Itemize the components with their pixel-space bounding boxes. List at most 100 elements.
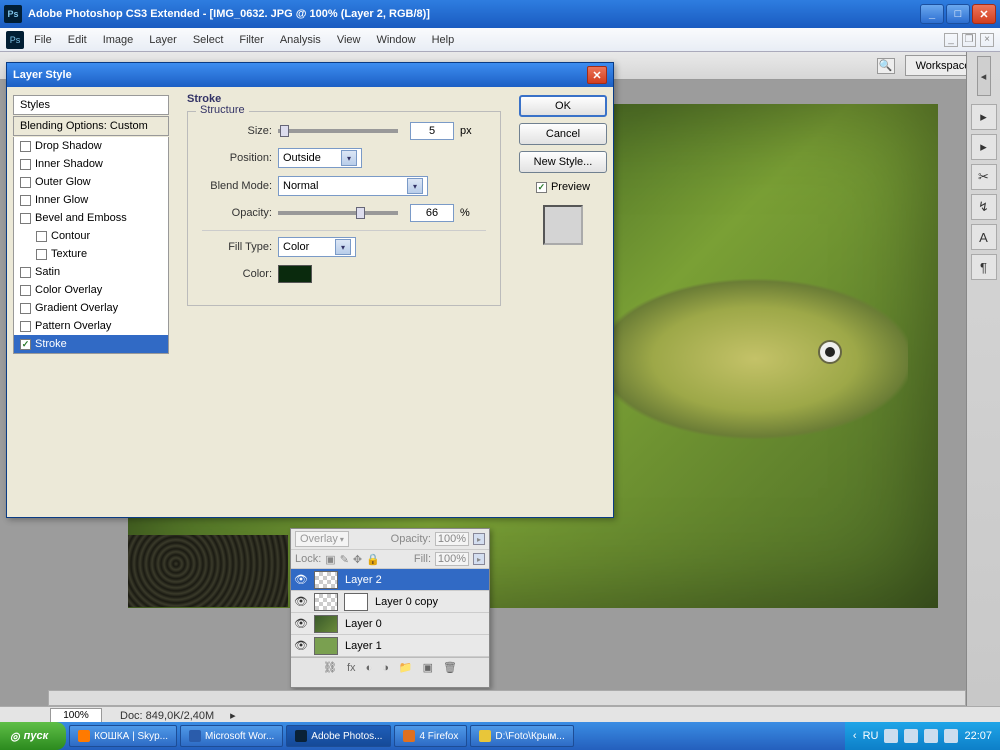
close-button[interactable]: ✕ [972,4,996,24]
layer-thumb[interactable] [314,571,338,589]
doc-close-button[interactable]: × [980,33,994,47]
layer-row[interactable]: 👁Layer 1 [291,635,489,657]
tray-icon[interactable] [924,729,938,743]
lock-position-icon[interactable]: ✥ [353,553,362,566]
dialog-titlebar[interactable]: Layer Style ✕ [7,63,613,87]
layer-row[interactable]: 👁Layer 2 [291,569,489,591]
link-layers-icon[interactable]: ⛓ [323,661,337,674]
menu-view[interactable]: View [337,34,361,46]
style-item-outer-glow[interactable]: Outer Glow [14,173,168,191]
menu-select[interactable]: Select [193,34,224,46]
menu-layer[interactable]: Layer [149,34,177,46]
checkbox[interactable]: ✓ [20,339,31,350]
new-style-button[interactable]: New Style... [519,151,607,173]
menu-filter[interactable]: Filter [239,34,263,46]
checkbox[interactable] [20,321,31,332]
taskbar-button[interactable]: Adobe Photos... [286,725,391,747]
navigator-icon[interactable]: ▸ [971,104,997,130]
dialog-close-button[interactable]: ✕ [587,66,607,84]
size-slider[interactable] [278,129,398,133]
layer-thumb[interactable] [314,615,338,633]
style-item-texture[interactable]: Texture [14,245,168,263]
menu-image[interactable]: Image [103,34,134,46]
style-item-inner-glow[interactable]: Inner Glow [14,191,168,209]
menu-edit[interactable]: Edit [68,34,87,46]
checkbox[interactable] [20,267,31,278]
layer-style-icon[interactable]: fx [347,662,356,674]
layer-mask-icon[interactable]: ◐ [366,662,373,674]
menu-file[interactable]: File [34,34,52,46]
size-input[interactable]: 5 [410,122,454,140]
color-icon[interactable]: ▸ [971,134,997,160]
visibility-icon[interactable]: 👁 [291,595,311,608]
clock[interactable]: 22:07 [964,730,992,742]
opacity-input[interactable]: 66 [410,204,454,222]
doc-minimize-button[interactable]: _ [944,33,958,47]
style-item-contour[interactable]: Contour [14,227,168,245]
layer-row[interactable]: 👁Layer 0 [291,613,489,635]
go-bridge-icon[interactable]: 🔍 [877,58,895,74]
lock-all-icon[interactable]: 🔒 [366,553,380,566]
checkbox[interactable] [36,231,47,242]
lang-indicator[interactable]: RU [863,730,879,742]
trash-icon[interactable]: 🗑 [443,661,457,674]
visibility-icon[interactable]: 👁 [291,573,311,586]
style-item-stroke[interactable]: ✓Stroke [14,335,168,353]
checkbox[interactable] [20,195,31,206]
tray-icon[interactable] [884,729,898,743]
color-swatch[interactable] [278,265,312,283]
character-icon[interactable]: A [971,224,997,250]
style-item-drop-shadow[interactable]: Drop Shadow [14,137,168,155]
group-icon[interactable]: 📁 [399,661,413,674]
style-item-bevel-and-emboss[interactable]: Bevel and Emboss [14,209,168,227]
position-dropdown[interactable]: Outside▾ [278,148,362,168]
history-icon[interactable]: ↯ [971,194,997,220]
dock-toggle[interactable]: ◂ [977,56,991,96]
style-item-satin[interactable]: Satin [14,263,168,281]
menu-window[interactable]: Window [376,34,415,46]
adjustment-layer-icon[interactable]: ◑ [382,662,389,674]
checkbox[interactable] [36,249,47,260]
checkbox[interactable] [20,177,31,188]
style-item-pattern-overlay[interactable]: Pattern Overlay [14,317,168,335]
lock-pixels-icon[interactable]: ✎ [340,553,349,566]
checkbox[interactable] [20,159,31,170]
checkbox[interactable] [20,213,31,224]
menu-analysis[interactable]: Analysis [280,34,321,46]
style-item-inner-shadow[interactable]: Inner Shadow [14,155,168,173]
layer-thumb[interactable] [314,637,338,655]
taskbar-button[interactable]: D:\Foto\Крым... [470,725,573,747]
ps-menu-icon[interactable]: Ps [6,31,24,49]
tray-icon[interactable] [904,729,918,743]
layer-row[interactable]: 👁Layer 0 copy [291,591,489,613]
h-scrollbar[interactable] [48,690,966,706]
expand-tray-icon[interactable]: ‹ [853,730,857,742]
preview-checkbox[interactable]: ✓Preview [536,181,590,193]
filltype-dropdown[interactable]: Color▾ [278,237,356,257]
doc-restore-button[interactable]: ❐ [962,33,976,47]
style-item-color-overlay[interactable]: Color Overlay [14,281,168,299]
checkbox[interactable] [20,141,31,152]
minimize-button[interactable]: _ [920,4,944,24]
new-layer-icon[interactable]: ▣ [423,661,433,674]
style-item-gradient-overlay[interactable]: Gradient Overlay [14,299,168,317]
layer-fill-input[interactable]: 100% [435,552,469,566]
checkbox[interactable] [20,303,31,314]
styles-header[interactable]: Styles [13,95,169,115]
tray-icon[interactable] [944,729,958,743]
taskbar-button[interactable]: 4 Firefox [394,725,467,747]
start-button[interactable]: ◎ пуск [0,722,66,750]
lock-transparency-icon[interactable]: ▣ [325,553,335,566]
checkbox[interactable] [20,285,31,296]
taskbar-button[interactable]: КОШКА | Skyp... [69,725,177,747]
layer-thumb[interactable] [314,593,338,611]
paragraph-icon[interactable]: ¶ [971,254,997,280]
taskbar-button[interactable]: Microsoft Wor... [180,725,283,747]
swatches-icon[interactable]: ✂ [971,164,997,190]
blending-options-item[interactable]: Blending Options: Custom [13,116,169,136]
visibility-icon[interactable]: 👁 [291,617,311,630]
opacity-slider-button[interactable]: ▸ [473,533,485,545]
visibility-icon[interactable]: 👁 [291,639,311,652]
system-tray[interactable]: ‹ RU 22:07 [845,722,1000,750]
blend-mode-dropdown[interactable]: Overlay ▾ [295,531,349,547]
